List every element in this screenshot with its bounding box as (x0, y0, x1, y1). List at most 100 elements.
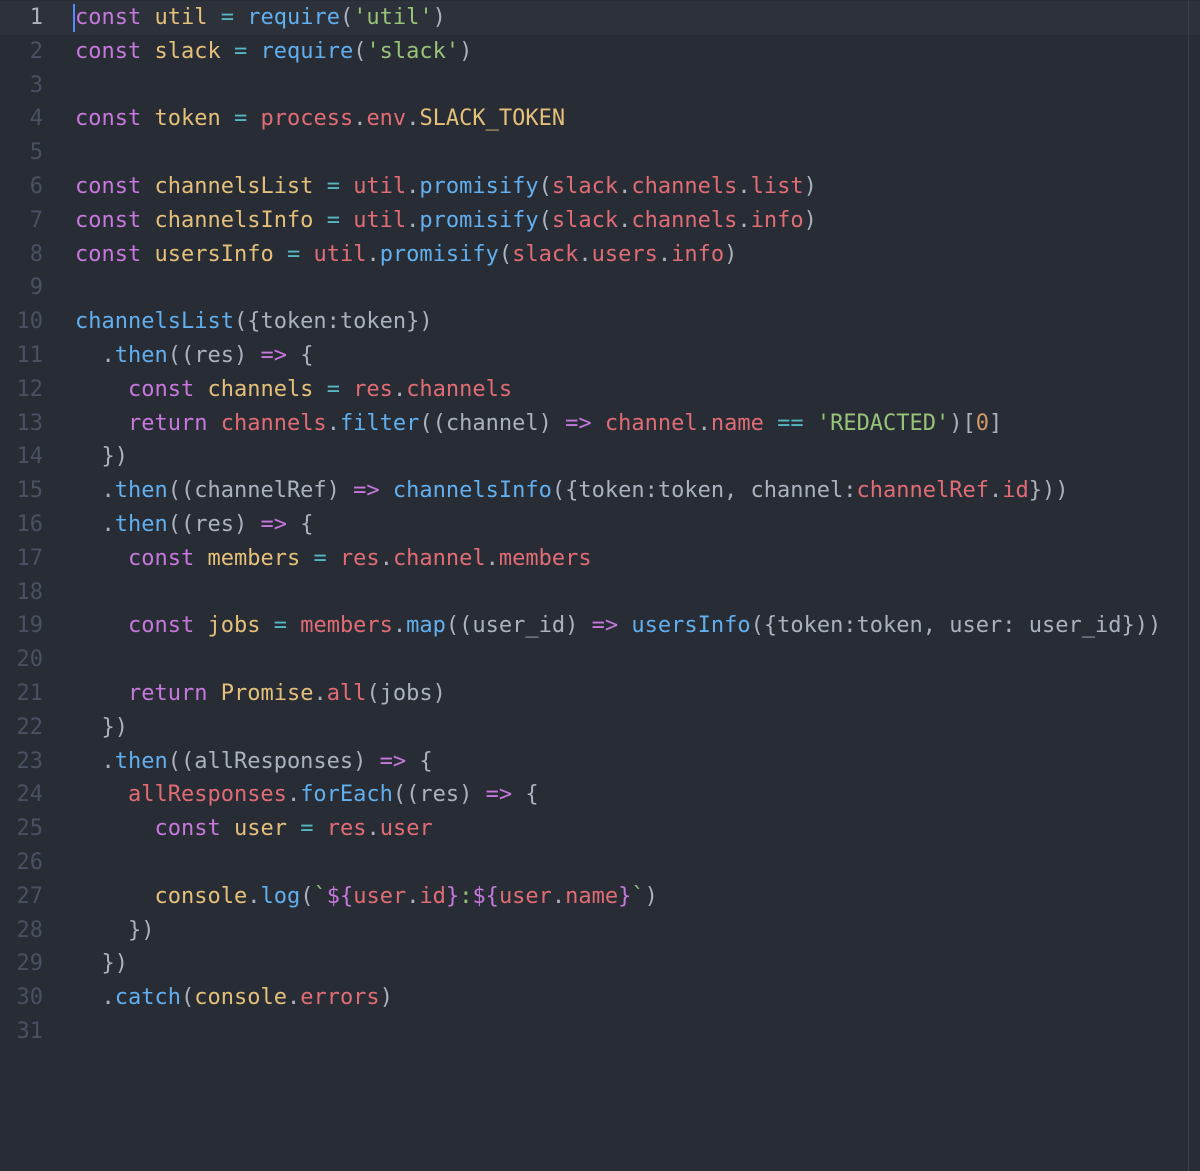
line-number: 19 (16, 613, 44, 639)
code-token: promisify (379, 241, 499, 267)
code-line[interactable]: 5 (0, 136, 1200, 170)
code-line[interactable]: 17 const members = res.channel.members (0, 542, 1200, 576)
code-token: ( (300, 883, 314, 909)
code-token: . (657, 241, 672, 267)
code-line[interactable]: 14 }) (0, 440, 1200, 474)
code-line[interactable]: 30 .catch(console.errors) (0, 981, 1200, 1015)
code-text: return channels.filter((channel) => chan… (75, 407, 1002, 441)
code-token: filter (339, 410, 420, 436)
code-text: const slack = require('slack') (75, 35, 472, 69)
code-line[interactable]: 3 (0, 69, 1200, 103)
code-token: }) (75, 951, 128, 977)
code-line[interactable]: 9 (0, 271, 1200, 305)
code-token: . (618, 207, 632, 233)
code-token: 'util' (353, 5, 433, 30)
code-line[interactable]: 27 console.log(`${user.id}:${user.name}`… (0, 880, 1200, 914)
code-token: util (353, 174, 407, 199)
code-text: .then((allResponses) => { (75, 745, 432, 779)
code-token: ((channelRef) (167, 478, 354, 504)
code-token: . (406, 207, 420, 233)
code-line[interactable]: 12 const channels = res.channels (0, 373, 1200, 407)
code-text: allResponses.forEach((res) => { (75, 778, 539, 812)
code-editor[interactable]: 1 const util = require('util') 2 const slac… (0, 0, 1200, 1171)
code-line[interactable]: 26 (0, 846, 1200, 880)
code-token: id (1002, 478, 1029, 504)
line-number: 17 (16, 545, 44, 571)
code-line[interactable]: 24 allResponses.forEach((res) => { (0, 778, 1200, 812)
code-line[interactable]: 28 }) (0, 914, 1200, 948)
code-line[interactable]: 2 const slack = require('slack') (0, 35, 1200, 69)
code-token: }) (75, 714, 128, 740)
code-token: slack (551, 207, 619, 233)
code-token: const (75, 5, 142, 30)
code-line[interactable]: 16 .then((res) => { (0, 508, 1200, 542)
code-line[interactable]: 20 (0, 643, 1200, 677)
code-token: res (326, 816, 367, 842)
code-token: == (777, 410, 804, 436)
code-token: ) (432, 5, 446, 30)
code-line[interactable]: 23 .then((allResponses) => { (0, 745, 1200, 779)
code-line[interactable]: 22 }) (0, 711, 1200, 745)
code-token: ({token:token, user: user_id})) (750, 613, 1162, 639)
code-text: }) (75, 440, 128, 474)
line-number: 1 (29, 5, 43, 30)
code-token: channels (406, 376, 513, 402)
code-token: ) (803, 207, 817, 233)
code-line[interactable]: 1 const util = require('util') (0, 1, 1200, 35)
code-text: const user = res.user (75, 812, 432, 846)
code-text: channelsList({token:token}) (75, 305, 433, 339)
code-line[interactable]: 7 const channelsInfo = util.promisify(sla… (0, 204, 1200, 238)
code-line[interactable]: 15 .then((channelRef) => channelsInfo({t… (0, 474, 1200, 508)
line-number: 4 (29, 106, 43, 132)
code-text: const members = res.channel.members (75, 542, 592, 576)
code-text: const util = require('util') (75, 1, 446, 35)
code-line[interactable]: 29 }) (0, 947, 1200, 981)
code-token: . (618, 174, 632, 199)
code-token: util (154, 5, 208, 30)
code-line[interactable]: 19 const jobs = members.map((user_id) =>… (0, 609, 1200, 643)
code-token: . (286, 985, 301, 1011)
code-token: return (127, 410, 208, 436)
code-token: ) (644, 883, 658, 909)
code-token: members (300, 613, 393, 639)
code-line[interactable]: 8 const usersInfo = util.promisify(slack.… (0, 238, 1200, 272)
code-token: env (366, 106, 407, 132)
code-line[interactable]: 18 (0, 576, 1200, 610)
code-token: user (498, 883, 552, 909)
code-token: channels (631, 174, 738, 199)
code-line[interactable]: 4 const token = process.env.SLACK_TOKEN (0, 102, 1200, 136)
code-token: map (406, 613, 446, 639)
code-line[interactable]: 13 return channels.filter((channel) => c… (0, 407, 1200, 441)
code-token: slack (551, 174, 619, 199)
code-text: .catch(console.errors) (75, 981, 392, 1015)
code-token: } (618, 883, 632, 909)
code-line[interactable]: 31 (0, 1015, 1200, 1049)
code-token: jobs (207, 613, 261, 639)
code-line[interactable]: 21 return Promise.all(jobs) (0, 677, 1200, 711)
code-token: ((res) (392, 782, 486, 808)
code-line[interactable]: 10 channelsList({token:token}) (0, 305, 1200, 339)
code-token: user (353, 883, 407, 909)
code-line[interactable]: 6 const channelsList = util.promisify(sla… (0, 170, 1200, 204)
code-token: . (353, 106, 367, 132)
code-token: then (114, 478, 168, 504)
code-token: 'REDACTED' (816, 410, 950, 436)
code-line[interactable]: 11 .then((res) => { (0, 339, 1200, 373)
code-token: then (114, 512, 168, 537)
code-area[interactable]: 1 const util = require('util') 2 const slac… (0, 0, 1200, 1171)
code-token: log (260, 883, 301, 909)
code-token: => (353, 478, 380, 504)
line-number: 23 (16, 748, 44, 774)
code-line[interactable]: 25 const user = res.user (0, 812, 1200, 846)
code-token: . (988, 478, 1003, 504)
code-token: => (485, 782, 513, 808)
